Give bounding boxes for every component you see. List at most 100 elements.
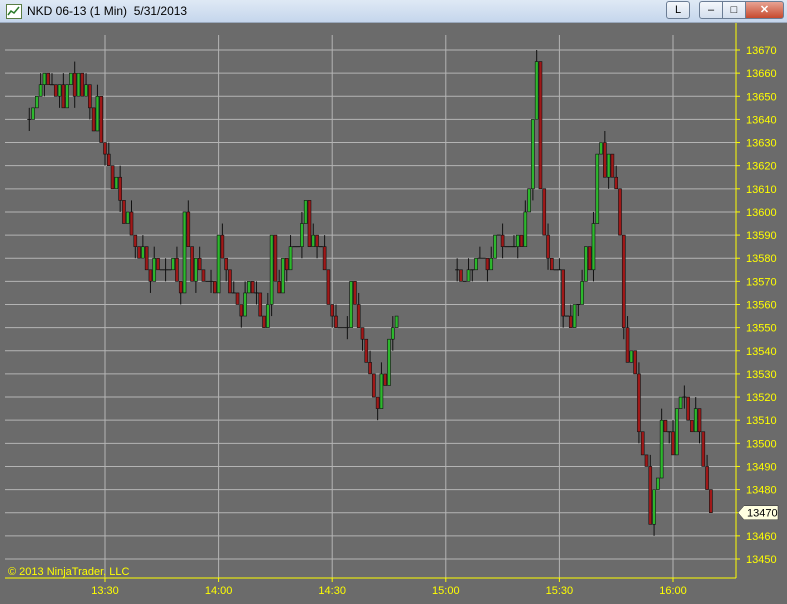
candle-down — [239, 304, 244, 317]
candle-up — [95, 95, 100, 132]
candle-down — [46, 72, 51, 86]
candle-down — [663, 419, 668, 433]
y-tick-label: 13600 — [746, 207, 777, 219]
candle-down — [129, 211, 134, 236]
x-tick-label: 14:30 — [318, 585, 346, 597]
x-tick-label: 16:00 — [659, 585, 687, 597]
candle-down — [690, 419, 694, 433]
candle-down — [224, 257, 228, 271]
candle-up — [182, 211, 187, 294]
candle-down — [178, 281, 183, 294]
candle-up — [572, 304, 577, 328]
candle-down — [368, 362, 372, 375]
candle-up — [531, 119, 535, 190]
candle-down — [99, 95, 104, 143]
candle-up — [141, 246, 145, 259]
x-tick-label: 13:30 — [91, 585, 119, 597]
candle-up — [38, 84, 43, 97]
candle-up — [591, 223, 596, 271]
candle-down — [603, 142, 607, 178]
candle-up — [42, 72, 47, 86]
last-price-marker: 13470 — [737, 505, 779, 520]
y-tick-label: 13660 — [746, 68, 777, 80]
candle-down — [364, 338, 369, 363]
candle-down — [709, 489, 713, 514]
y-tick-label: 13640 — [746, 114, 777, 126]
candle-down — [315, 234, 319, 247]
candle-down — [640, 431, 645, 456]
y-tick-label: 13530 — [746, 369, 777, 381]
candle-down — [322, 246, 327, 271]
candle-down — [568, 315, 573, 328]
candle-up — [281, 257, 285, 294]
candle-down — [201, 269, 206, 282]
candle-up — [466, 269, 471, 282]
candle-up — [606, 153, 611, 178]
y-tick-label: 13510 — [746, 415, 777, 427]
candle-up — [65, 84, 69, 109]
candle-up — [693, 408, 698, 433]
candle-down — [273, 234, 278, 282]
candle-down — [561, 269, 565, 317]
candle-down — [250, 281, 255, 294]
y-tick-label: 13500 — [746, 438, 777, 450]
candle-up — [349, 281, 353, 328]
candle-down — [633, 350, 637, 375]
candlestick-chart[interactable]: 13450 13460 13470 13480 13490 13500 13510 13520… — [0, 0, 787, 604]
y-tick-label: 13620 — [746, 161, 777, 173]
candle-down — [88, 84, 92, 109]
candle-down — [500, 234, 505, 247]
candle-down — [53, 84, 58, 97]
candle-down — [485, 257, 490, 271]
candle-down — [383, 373, 388, 386]
candle-down — [235, 292, 240, 305]
candle-up — [269, 234, 274, 305]
candle-up — [595, 153, 600, 224]
candle-up — [300, 223, 304, 247]
candle-down — [80, 72, 85, 97]
candle-up — [599, 142, 603, 155]
candle-down — [197, 257, 202, 271]
plot-area — [5, 23, 782, 602]
candle-down — [122, 200, 126, 224]
y-tick-label: 13480 — [746, 485, 777, 497]
candle-down — [625, 327, 630, 363]
x-tick-label: 15:30 — [546, 585, 574, 597]
candle-down — [106, 153, 111, 166]
candle-up — [674, 408, 679, 456]
candle-up — [515, 234, 520, 247]
candle-up — [580, 281, 584, 305]
chart-window: NKD 06-13 (1 Min) 5/31/2013 L – □ ✕ 1345… — [0, 0, 787, 604]
x-tick-label: 14:00 — [205, 585, 233, 597]
candle-down — [637, 373, 641, 433]
candle-up — [523, 211, 528, 247]
candle-up — [84, 84, 88, 97]
candle-down — [538, 61, 543, 190]
candle-down — [103, 142, 107, 155]
y-tick-label: 13630 — [746, 138, 777, 150]
candle-down — [228, 269, 232, 294]
candle-down — [190, 246, 194, 282]
candle-down — [220, 234, 225, 259]
candle-up — [125, 211, 130, 224]
candle-down — [356, 304, 361, 328]
x-tick-label: 15:00 — [432, 585, 460, 597]
candle-down — [213, 281, 217, 294]
candle-up — [171, 257, 175, 271]
y-tick-label: 13520 — [746, 392, 777, 404]
candle-down — [610, 153, 615, 178]
candle-down — [334, 315, 338, 328]
candle-up — [303, 200, 308, 224]
candle-down — [133, 234, 138, 247]
candle-up — [247, 281, 251, 294]
y-tick-label: 13560 — [746, 300, 777, 312]
candle-up — [57, 84, 62, 97]
y-tick-label: 13590 — [746, 230, 777, 242]
candle-down — [307, 200, 312, 247]
candle-up — [35, 95, 39, 109]
last-price-label: 13470 — [747, 508, 778, 520]
candle-down — [91, 107, 96, 132]
candle-down — [72, 72, 77, 97]
candle-up — [288, 246, 293, 271]
candle-up — [216, 234, 221, 294]
